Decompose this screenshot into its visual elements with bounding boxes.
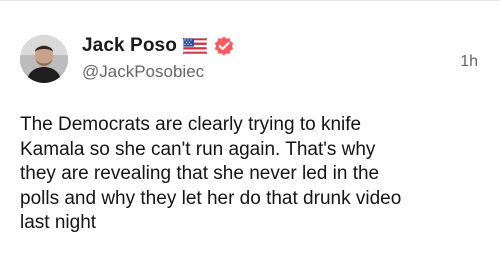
post-text-line: Kamala so she can't run again. That's wh… xyxy=(20,138,376,160)
us-flag-icon xyxy=(182,38,207,54)
display-name-row: Jack Poso xyxy=(82,34,235,58)
post-card[interactable]: Jack Poso @JackPosobiec 1h The Democrats… xyxy=(0,0,500,261)
post-text-line: The Democrats are clearly trying to knif… xyxy=(20,114,362,135)
post-text-line: last night xyxy=(20,212,97,233)
display-name[interactable]: Jack Poso xyxy=(82,35,177,57)
post-text: The Democrats are clearly trying to knif… xyxy=(20,113,490,236)
avatar[interactable] xyxy=(20,35,68,83)
author-handle[interactable]: @JackPosobiec xyxy=(82,62,204,82)
post-text-line: they are revealing that she never led in… xyxy=(20,163,380,184)
post-text-line: polls and why they let her do that drunk… xyxy=(20,187,402,209)
post-timestamp[interactable]: 1h xyxy=(460,53,478,71)
verified-badge-icon xyxy=(213,35,235,57)
